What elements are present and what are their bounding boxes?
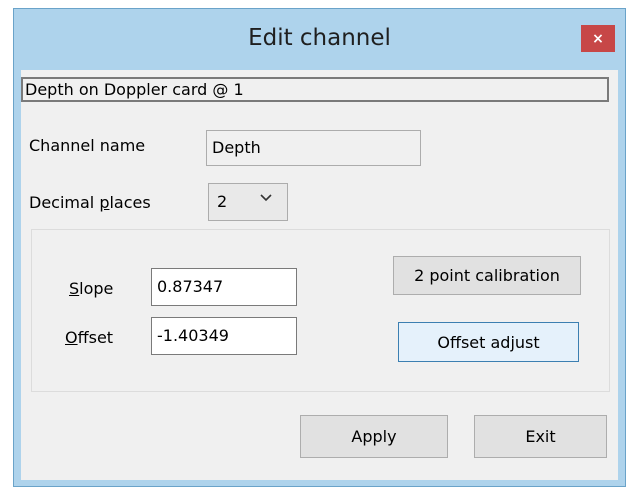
channel-info-field: Depth on Doppler card @ 1: [21, 77, 609, 102]
decimal-places-value: 2: [217, 192, 228, 211]
chevron-down-icon: [259, 192, 273, 207]
window-title: Edit channel: [248, 25, 391, 51]
decimal-places-dropdown[interactable]: 2: [208, 183, 288, 221]
calibration-group: Slope 0.87347 Offset -1.40349 2 point ca…: [31, 229, 610, 392]
slope-label: Slope: [69, 279, 114, 298]
apply-button[interactable]: Apply: [300, 415, 448, 458]
channel-name-field[interactable]: Depth: [206, 130, 421, 166]
exit-button[interactable]: Exit: [474, 415, 607, 458]
title-bar[interactable]: Edit channel ×: [14, 9, 625, 69]
decimal-places-label: Decimal places: [29, 193, 151, 212]
two-point-calibration-button[interactable]: 2 point calibration: [393, 256, 581, 295]
close-icon: ×: [592, 30, 604, 47]
offset-label: Offset: [65, 328, 114, 347]
offset-adjust-button[interactable]: Offset adjust: [398, 322, 579, 362]
offset-input[interactable]: -1.40349: [151, 317, 297, 355]
edit-channel-window: Edit channel × Depth on Doppler card @ 1…: [13, 8, 626, 487]
close-button[interactable]: ×: [581, 25, 615, 52]
slope-input[interactable]: 0.87347: [151, 268, 297, 306]
channel-name-label: Channel name: [29, 136, 146, 155]
dialog-client-area: Depth on Doppler card @ 1 Channel name D…: [21, 70, 618, 480]
